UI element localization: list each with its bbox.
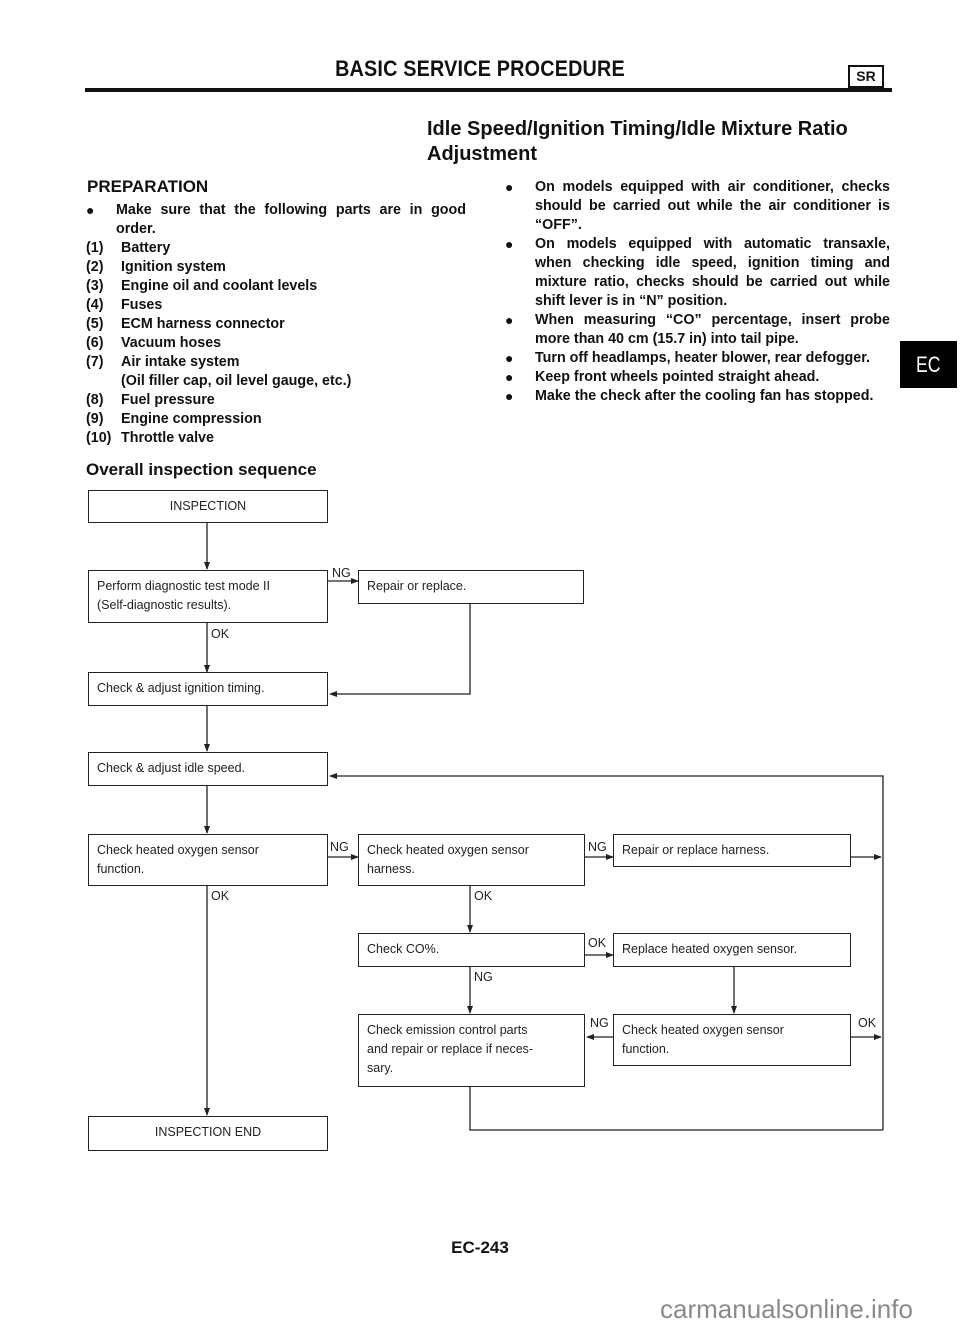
page-number: EC-243 [451,1238,509,1257]
flow-box-inspection: INSPECTION [88,490,328,523]
flow-label-ok: OK [211,627,230,641]
connector-emission-to-loop [469,1086,883,1131]
flow-label-ok: OK [588,936,607,950]
flow-label-ng: NG [474,970,493,984]
flow-box-check-co: Check CO%. [358,933,585,967]
flow-box-idle-speed: Check & adjust idle speed. [88,752,328,786]
box-text: function. [622,1042,670,1056]
box-text: Perform diagnostic test mode II [97,579,270,593]
flow-box-repair-or-replace: Repair or replace. [358,570,584,604]
flow-label-ng: NG [332,566,351,580]
connector-repair-to-ignition [329,603,471,697]
flow-label-ng: NG [590,1016,609,1030]
flow-box-o2-sensor-function: Check heated oxygen sensor function. [88,834,328,886]
watermark: carmanualsonline.info [660,1294,913,1324]
box-text: Check heated oxygen sensor [622,1023,784,1037]
box-text: and repair or replace if neces- [367,1042,534,1056]
flow-label-ok: OK [858,1016,877,1030]
box-text: (Self-diagnostic results). [97,598,232,612]
box-text: Check heated oxygen sensor [97,843,259,857]
flow-label-ok: OK [211,889,230,903]
box-text: Check heated oxygen sensor [367,843,529,857]
flow-box-replace-o2-sensor: Replace heated oxygen sensor. [613,933,851,967]
flow-box-diagnostic-test: Perform diagnostic test mode II (Self-di… [88,570,328,623]
flow-label-ok: OK [474,889,493,903]
flow-box-o2-sensor-function-2: Check heated oxygen sensor function. [613,1014,851,1066]
flow-box-ignition-timing: Check & adjust ignition timing. [88,672,328,706]
flow-box-emission-control: Check emission control parts and repair … [358,1014,585,1087]
flow-box-repair-harness: Repair or replace harness. [613,834,851,867]
box-text: harness. [367,862,415,876]
flow-box-inspection-end: INSPECTION END [88,1116,328,1151]
box-text: sary. [367,1061,394,1075]
flow-label-ng: NG [588,840,607,854]
flow-box-o2-sensor-harness: Check heated oxygen sensor harness. [358,834,585,886]
flow-label-ng: NG [330,840,349,854]
box-text: function. [97,862,145,876]
box-text: Check emission control parts [367,1023,528,1037]
